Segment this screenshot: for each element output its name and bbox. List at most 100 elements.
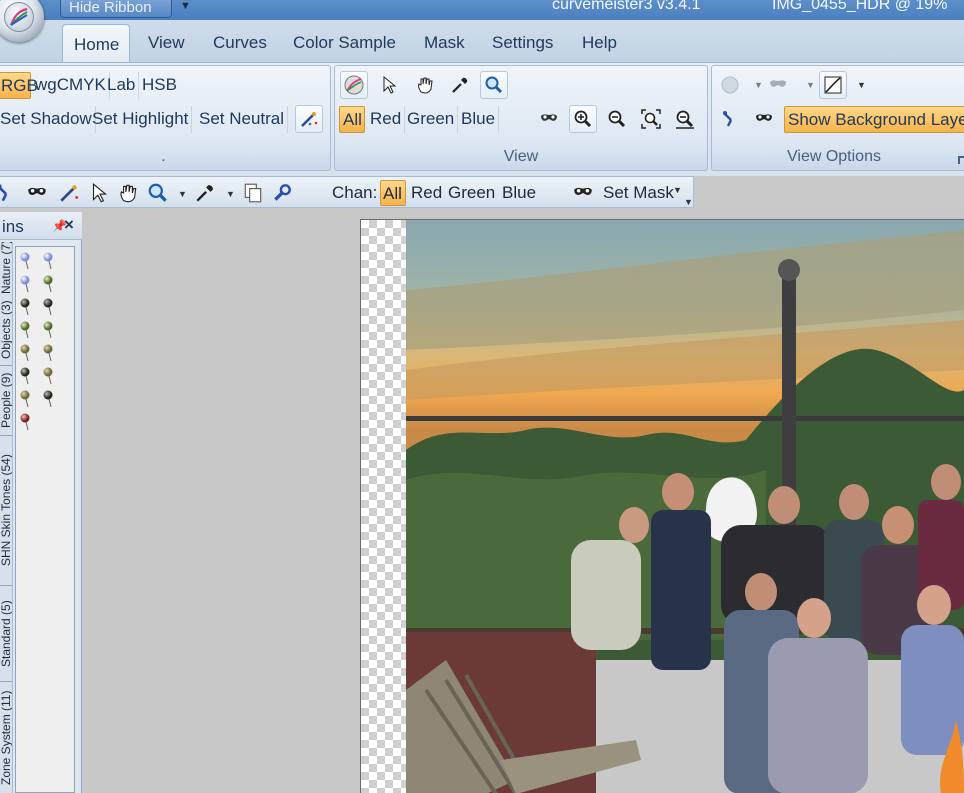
auto-neutral-wand-button[interactable]: [295, 105, 323, 133]
color-space-lab-button[interactable]: Lab: [104, 72, 140, 99]
presets-panel-header: ins 📌 ×: [0, 212, 82, 240]
set-highlight-button[interactable]: Set Highlight: [89, 106, 193, 133]
circle-overlay-icon: [721, 76, 739, 94]
hide-ribbon-button[interactable]: Hide Ribbon: [60, 0, 172, 18]
pin-row[interactable]: [20, 298, 53, 316]
tab-help[interactable]: Help: [582, 33, 617, 61]
preset-category-tabs: Nature (7) Objects (3) People (9) SHN Sk…: [0, 242, 13, 793]
wand-icon[interactable]: [58, 182, 80, 204]
channel-green-button[interactable]: Green: [448, 183, 495, 203]
view-options-group: ▼ ▼ ▼ Show Background Layer View Options: [711, 65, 964, 171]
set-mask-dropdown-icon[interactable]: ▼: [673, 185, 682, 195]
tab-objects[interactable]: Objects (3): [0, 294, 12, 366]
tab-shn-skin-tones[interactable]: SHN Skin Tones (54): [0, 436, 12, 586]
wrench-icon[interactable]: [271, 182, 293, 204]
zoom-out-button[interactable]: [603, 105, 631, 133]
view-channel-all-button[interactable]: All: [339, 106, 365, 133]
curve-graph-icon: [824, 76, 842, 94]
mask-view-button[interactable]: [535, 105, 563, 133]
view-options-group-label: View Options: [787, 148, 881, 165]
tab-curves[interactable]: Curves: [213, 33, 267, 61]
zoom-tool-button[interactable]: [480, 71, 508, 99]
copy-icon[interactable]: [242, 182, 264, 204]
curve-display-button[interactable]: [819, 71, 847, 99]
channel-blue-button[interactable]: Blue: [502, 183, 536, 203]
channel-all-button[interactable]: All: [380, 180, 406, 206]
pan-tool-button[interactable]: [411, 71, 439, 99]
close-icon[interactable]: ×: [64, 215, 74, 235]
magnifier-icon: [485, 76, 503, 94]
presets-panel-title: ins: [2, 217, 24, 236]
tab-zone-system[interactable]: Zone System (11): [0, 682, 12, 793]
zoom-dropdown-icon[interactable]: ▼: [178, 189, 187, 199]
select-tool-button[interactable]: [375, 71, 403, 99]
ribbon-tab-bar: Home View Curves Color Sample Mask Setti…: [0, 20, 964, 63]
title-bar: Hide Ribbon ▼ curvemeister3 v3.4.1 IMG_0…: [0, 0, 964, 20]
mask-overlay-dropdown-icon[interactable]: ▼: [806, 80, 815, 90]
app-title: curvemeister3 v3.4.1: [552, 0, 701, 13]
curves-view-button[interactable]: [340, 71, 368, 99]
tab-settings[interactable]: Settings: [492, 33, 553, 61]
eyedropper-icon[interactable]: [194, 182, 216, 204]
pin-row[interactable]: [20, 367, 53, 385]
ribbon: RGB wgCMYK Lab HSB Set Shadow Set Highli…: [0, 62, 964, 176]
view-channel-blue-button[interactable]: Blue: [458, 106, 500, 133]
hand-icon: [418, 77, 433, 94]
arrow-pointer-icon[interactable]: [88, 182, 110, 204]
pin-row[interactable]: [20, 390, 53, 408]
overlay-button[interactable]: [716, 71, 744, 99]
pin-row[interactable]: [20, 413, 30, 431]
preset-pins-list: [15, 246, 75, 793]
tab-home[interactable]: Home: [62, 24, 130, 63]
arrow-pointer-icon: [383, 75, 397, 94]
quick-access-dropdown-icon[interactable]: ▼: [180, 0, 191, 12]
layer-arrow-icon[interactable]: [0, 182, 16, 204]
dialog-launcher-icon[interactable]: [958, 156, 964, 164]
pin-row[interactable]: [20, 252, 53, 270]
curves-logo-icon: [4, 2, 34, 32]
tab-people[interactable]: People (9): [0, 366, 12, 436]
channel-red-button[interactable]: Red: [411, 183, 442, 203]
magnifier-icon[interactable]: [147, 182, 169, 204]
layer-mask-button[interactable]: [750, 105, 778, 133]
zoom-actual-button[interactable]: [671, 105, 699, 133]
show-background-layer-button[interactable]: Show Background Layer: [784, 106, 964, 133]
eyedropper-tool-button[interactable]: [446, 71, 474, 99]
view-channel-green-button[interactable]: Green: [404, 106, 459, 133]
pin-row[interactable]: [20, 275, 53, 293]
set-mask-button[interactable]: Set Mask: [603, 183, 674, 203]
mask-icon: [756, 114, 772, 121]
color-space-hsb-button[interactable]: HSB: [139, 72, 180, 99]
eyedropper-dropdown-icon[interactable]: ▼: [226, 189, 235, 199]
mask-icon[interactable]: [26, 182, 48, 204]
color-space-rgb-button[interactable]: RGB: [0, 72, 38, 99]
document-title: IMG_0455_HDR @ 19%: [772, 0, 948, 13]
mask-overlay-button[interactable]: [764, 71, 792, 99]
layer-toggle-button[interactable]: [716, 105, 744, 133]
pin-row[interactable]: [20, 344, 53, 362]
overlay-dropdown-icon[interactable]: ▼: [754, 80, 763, 90]
curve-display-dropdown-icon[interactable]: ▼: [857, 80, 866, 90]
tab-view[interactable]: View: [148, 33, 185, 61]
tab-nature[interactable]: Nature (7): [0, 242, 12, 294]
hand-icon[interactable]: [117, 182, 139, 204]
tab-color-sample[interactable]: Color Sample: [293, 33, 396, 61]
pin-row[interactable]: [20, 321, 53, 339]
zoom-in-button[interactable]: [569, 105, 597, 133]
transparency-checkerboard: [360, 219, 406, 793]
layer-arrow-icon: [723, 111, 733, 127]
preset-pins: [20, 252, 53, 431]
presets-panel: ins 📌 × Nature (7) Objects (3) People (9…: [0, 212, 82, 793]
tab-standard[interactable]: Standard (5): [0, 586, 12, 682]
home-group: RGB wgCMYK Lab HSB Set Shadow Set Highli…: [0, 65, 331, 171]
tab-mask[interactable]: Mask: [424, 33, 465, 61]
view-channel-red-button[interactable]: Red: [367, 106, 406, 133]
color-space-wgcmyk-button[interactable]: wgCMYK: [32, 72, 110, 99]
zoom-in-icon: [574, 110, 592, 128]
toolbar-overflow-icon[interactable]: ▼: [684, 197, 693, 207]
mask-icon[interactable]: [572, 182, 594, 204]
document-image[interactable]: [406, 219, 964, 793]
set-neutral-button[interactable]: Set Neutral: [196, 106, 289, 133]
set-shadow-button[interactable]: Set Shadow: [0, 106, 96, 133]
zoom-fit-button[interactable]: [637, 105, 665, 133]
